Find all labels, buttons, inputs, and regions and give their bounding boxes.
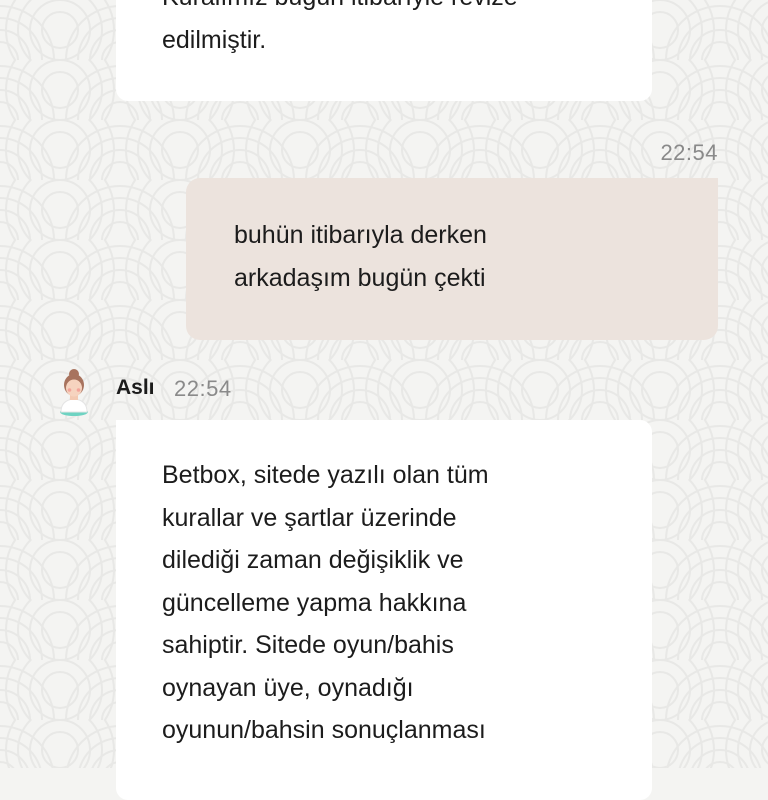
message-line: Kuralımız bugün itibarıyle revize [162,0,606,19]
message-line: buhün itibarıyla derken [234,221,487,249]
message-line: güncelleme yapma hakkına [162,588,467,617]
message-line: Betbox, sitede yazılı olan tüm [162,461,489,489]
message-line: arkadaşım bugün çekti [234,263,486,292]
agent-message-bubble: Betbox, sitede yazılı olan tüm kurallar … [116,420,652,800]
message-line: oynayan üye, oynadığı [162,673,414,702]
message-line: edilmiştir. [162,25,267,54]
message-line: sahiptir. Sitede oyun/bahis [162,631,454,659]
agent-message-bubble: Kuralımız bugün itibarıyle revize edilmi… [116,0,652,101]
agent-message-timestamp: 22:54 [174,376,232,401]
message-line: dilediği zaman değişiklik ve [162,546,464,574]
message-line: kurallar ve şartlar üzerinde [162,503,457,532]
user-message-timestamp: 22:54 [660,140,718,165]
user-message-bubble: buhün itibarıyla derken arkadaşım bugün … [186,178,718,340]
agent-avatar-icon [60,369,88,416]
agent-name: Aslı [116,376,155,399]
message-line: oyunun/bahsin sonuçlanması [162,716,486,744]
